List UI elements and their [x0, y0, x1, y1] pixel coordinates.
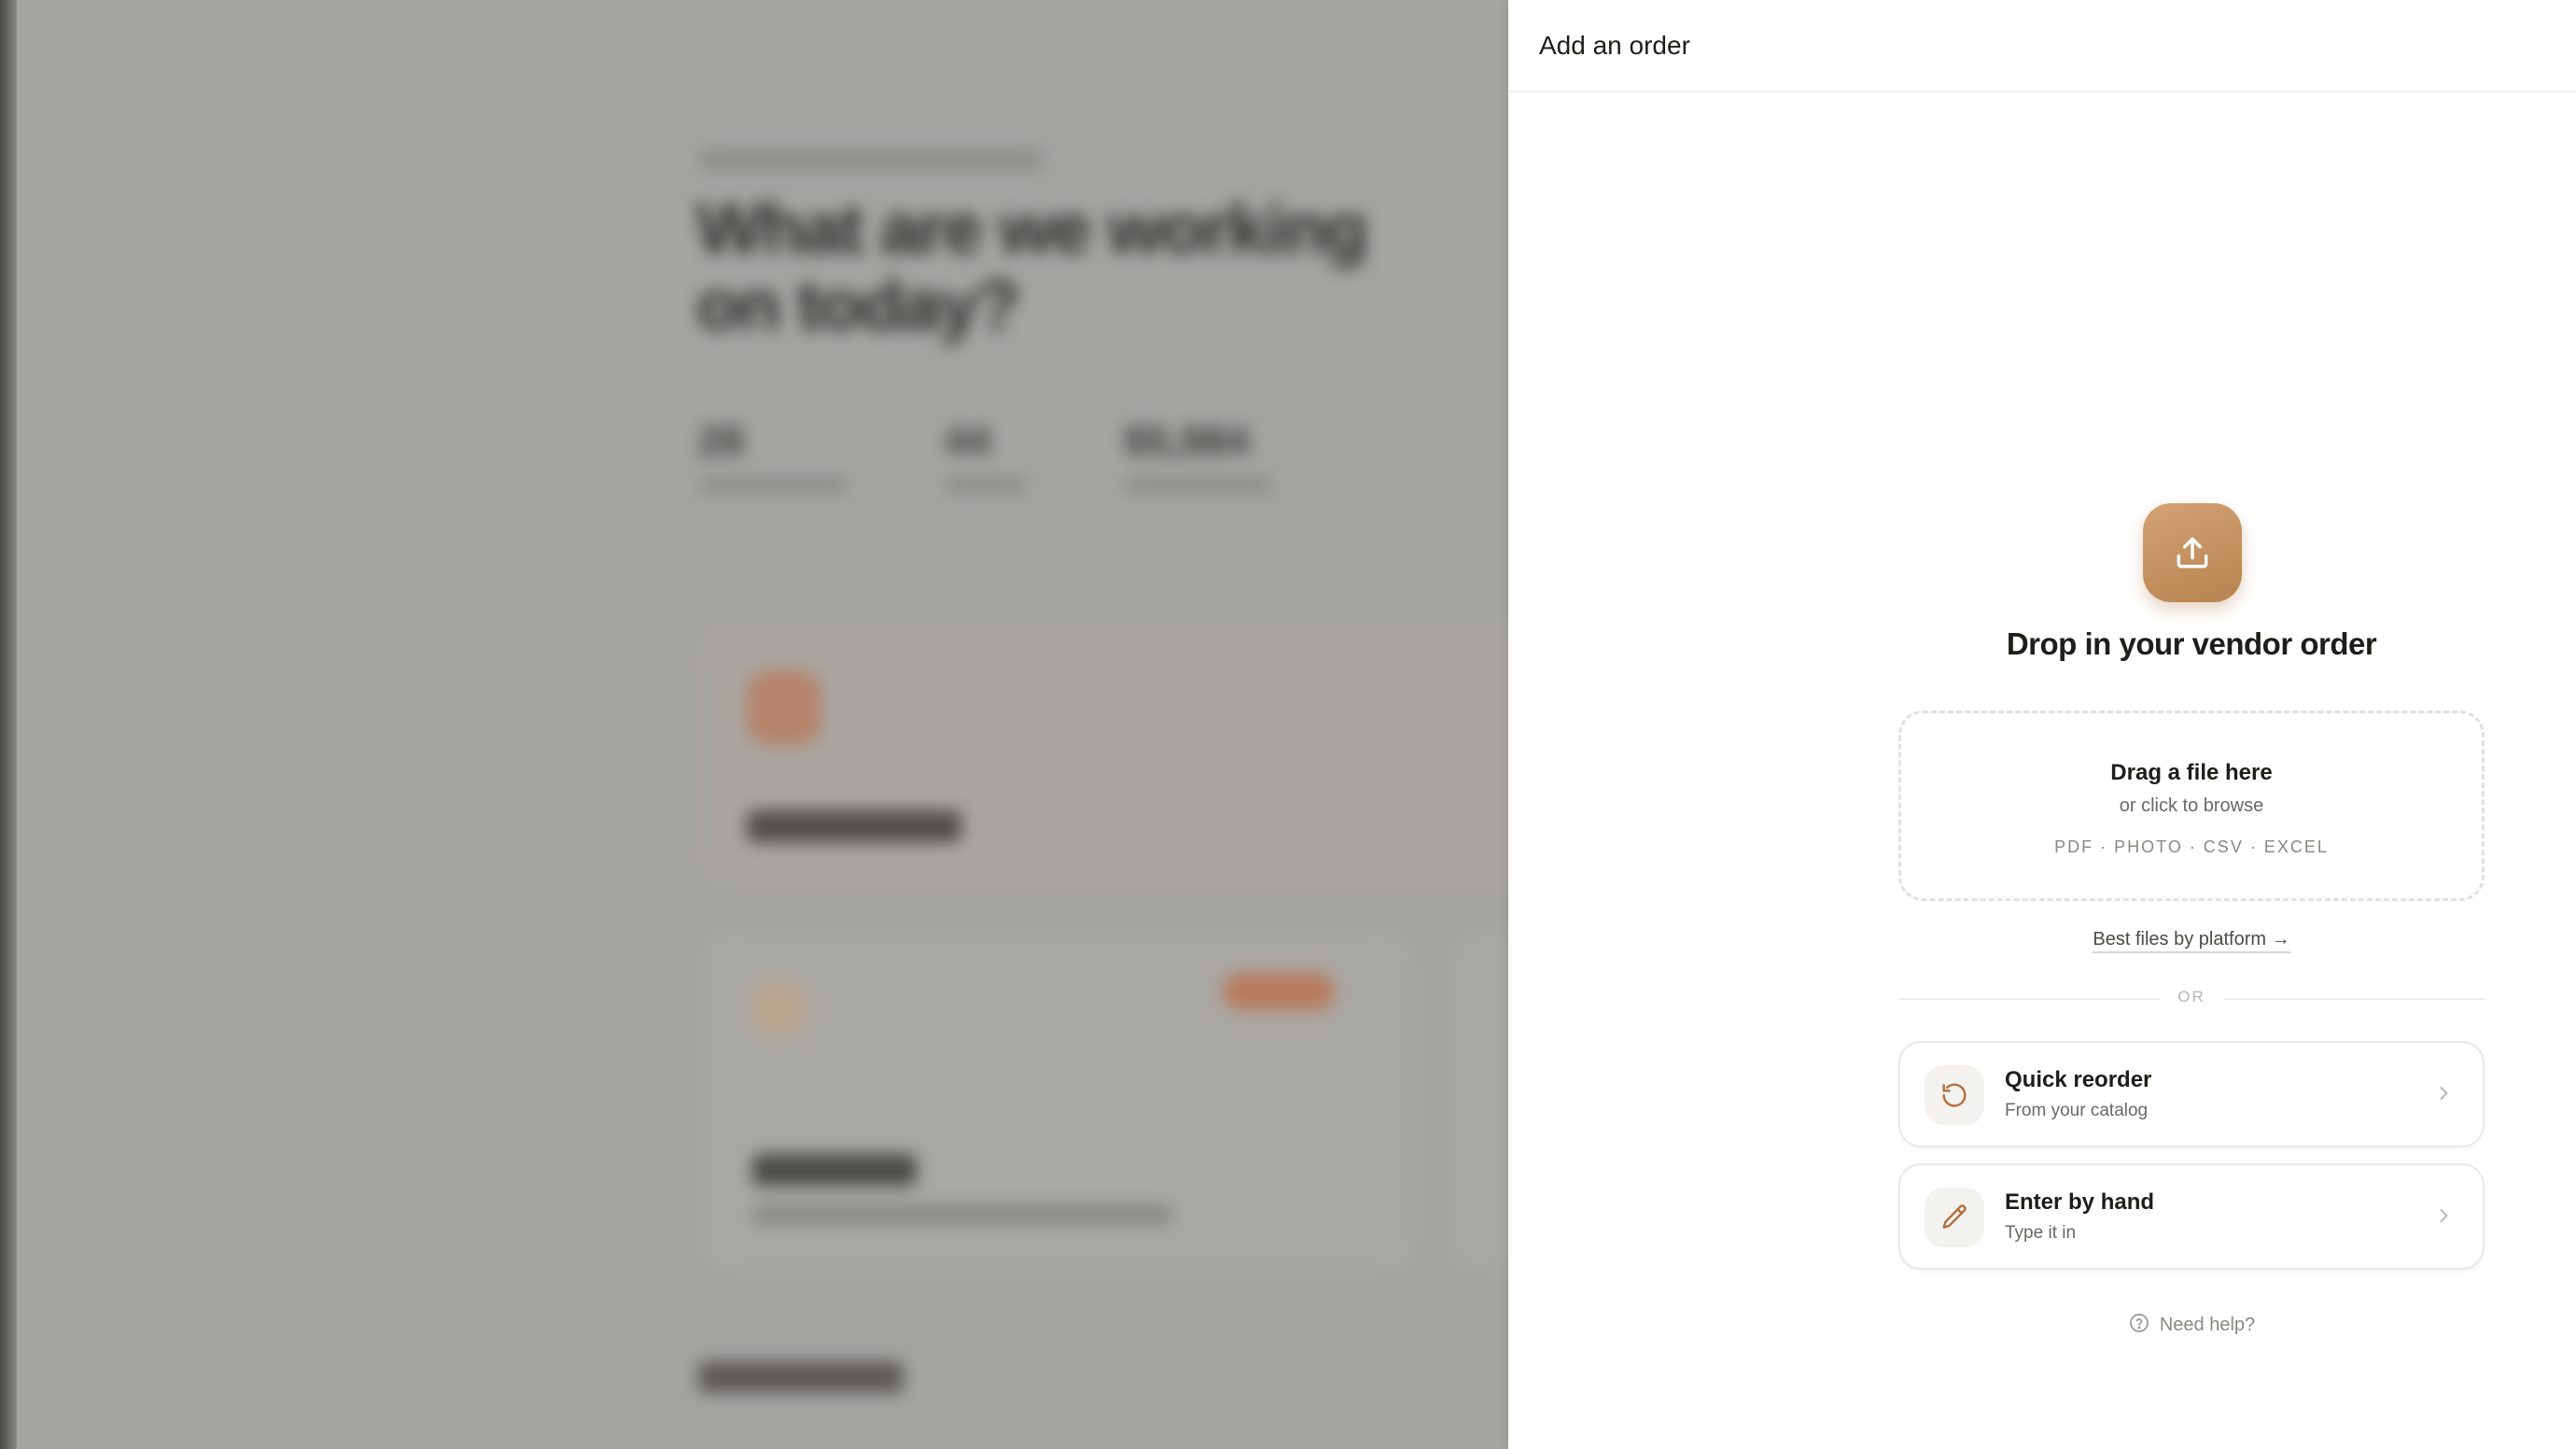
enter-by-hand-option[interactable]: Enter by hand Type it in	[1898, 1163, 2485, 1270]
chevron-right-icon	[2432, 1082, 2455, 1109]
background-eyebrow	[698, 149, 1043, 170]
background-stat: $5,984	[1124, 418, 1273, 493]
option-subtitle: Type it in	[2005, 1223, 2077, 1243]
option-subtitle: From your catalog	[2005, 1101, 2149, 1120]
reorder-icon	[1925, 1065, 1984, 1125]
pencil-icon	[1925, 1188, 1984, 1247]
need-help-link[interactable]: Need help?	[1898, 1312, 2485, 1339]
app-root: What are we working on today? 28 44 $5,9…	[0, 0, 2576, 1449]
drop-heading: Drop in your vendor order	[2006, 626, 2377, 661]
add-order-drawer: Add an order Drop in your vendor order D…	[1508, 0, 2576, 1449]
file-dropzone[interactable]: Drag a file here or click to browse PDF …	[1898, 710, 2485, 901]
window-edge	[0, 0, 17, 1449]
chevron-right-icon	[2432, 1204, 2455, 1231]
upload-icon	[2143, 503, 2242, 602]
best-files-link[interactable]: Best files by platform →	[2093, 929, 2290, 953]
help-circle-icon	[2128, 1312, 2150, 1339]
best-files-row: Best files by platform →	[1898, 929, 2485, 953]
drawer-title: Add an order	[1539, 30, 1690, 60]
dropzone-title: Drag a file here	[2110, 760, 2273, 785]
background-stat: 44	[945, 418, 1027, 493]
or-label: OR	[2177, 988, 2205, 1006]
drawer-header: Add an order	[1508, 0, 2576, 92]
option-title: Quick reorder	[2005, 1067, 2152, 1092]
blurred-background[interactable]: What are we working on today? 28 44 $5,9…	[0, 0, 1508, 1449]
dropzone-subtitle: or click to browse	[2119, 795, 2264, 816]
need-help-label: Need help?	[2159, 1315, 2256, 1335]
background-section-title	[698, 1361, 903, 1393]
background-card	[1452, 934, 1508, 1270]
option-title: Enter by hand	[2005, 1189, 2155, 1215]
background-card	[704, 934, 1413, 1270]
background-content: What are we working on today? 28 44 $5,9…	[0, 0, 1508, 1449]
background-stat: 28	[698, 418, 847, 493]
background-card	[700, 624, 1508, 885]
background-title: What are we working on today?	[696, 190, 1368, 345]
dropzone-formats: PDF · PHOTO · CSV · EXCEL	[2054, 837, 2329, 856]
quick-reorder-option[interactable]: Quick reorder From your catalog	[1898, 1041, 2485, 1147]
divider-line	[2223, 998, 2485, 1000]
or-divider: OR	[1898, 988, 2485, 1010]
